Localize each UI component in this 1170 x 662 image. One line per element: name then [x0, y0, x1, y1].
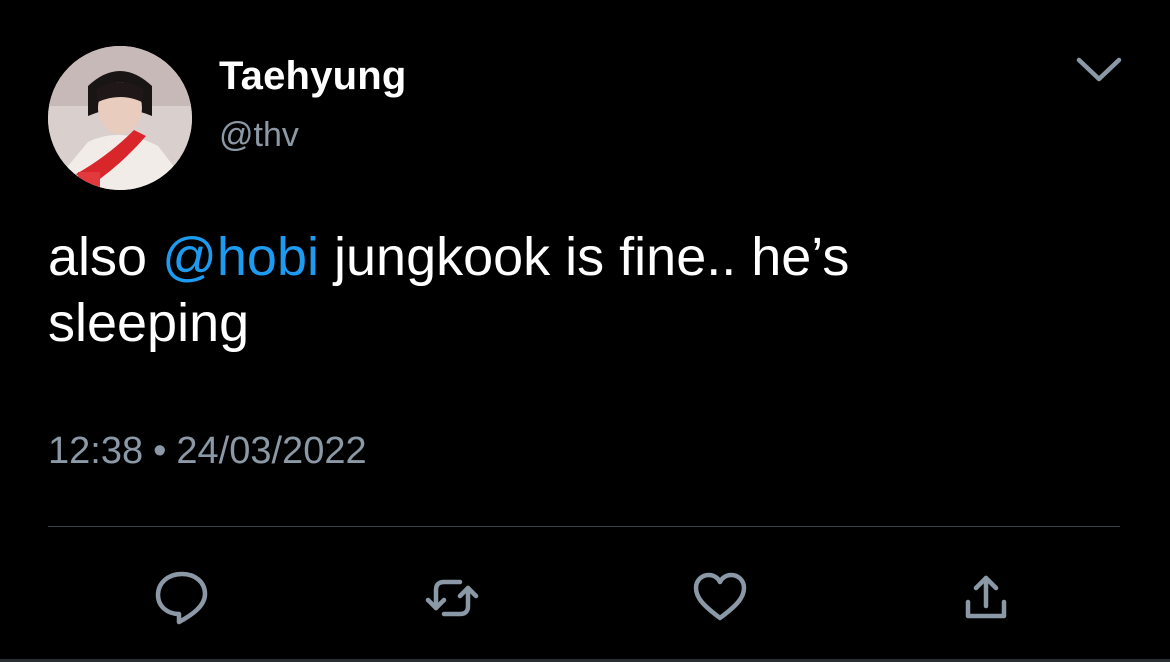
tweet-card: Taehyung @thv also @hobi jungkook is fin… — [0, 0, 1170, 662]
like-icon[interactable] — [690, 568, 750, 628]
retweet-icon[interactable] — [422, 568, 482, 628]
tweet-date: 24/03/2022 — [176, 430, 367, 472]
tweet-text-line2: sleeping — [48, 293, 250, 353]
tweet-text: also @hobi jungkook is fine.. he’s sleepi… — [48, 224, 1108, 356]
reply-icon[interactable] — [152, 568, 212, 628]
divider — [48, 526, 1120, 527]
action-bar — [0, 560, 1170, 630]
avatar-photo — [48, 46, 192, 190]
mention-link[interactable]: @hobi — [162, 227, 319, 287]
separator-dot: • — [153, 430, 167, 472]
tweet-text-line1-rest: jungkook is fine.. he’s — [319, 227, 850, 287]
tweet-timestamp[interactable]: 12:38 • 24/03/2022 — [48, 430, 367, 473]
avatar[interactable] — [48, 46, 192, 190]
author-display-name[interactable]: Taehyung — [219, 54, 407, 99]
author-handle[interactable]: @thv — [219, 116, 299, 155]
share-icon[interactable] — [956, 568, 1016, 628]
tweet-time: 12:38 — [48, 430, 144, 472]
tweet-text-prefix: also — [48, 227, 163, 287]
chevron-down-icon[interactable] — [1074, 52, 1124, 86]
